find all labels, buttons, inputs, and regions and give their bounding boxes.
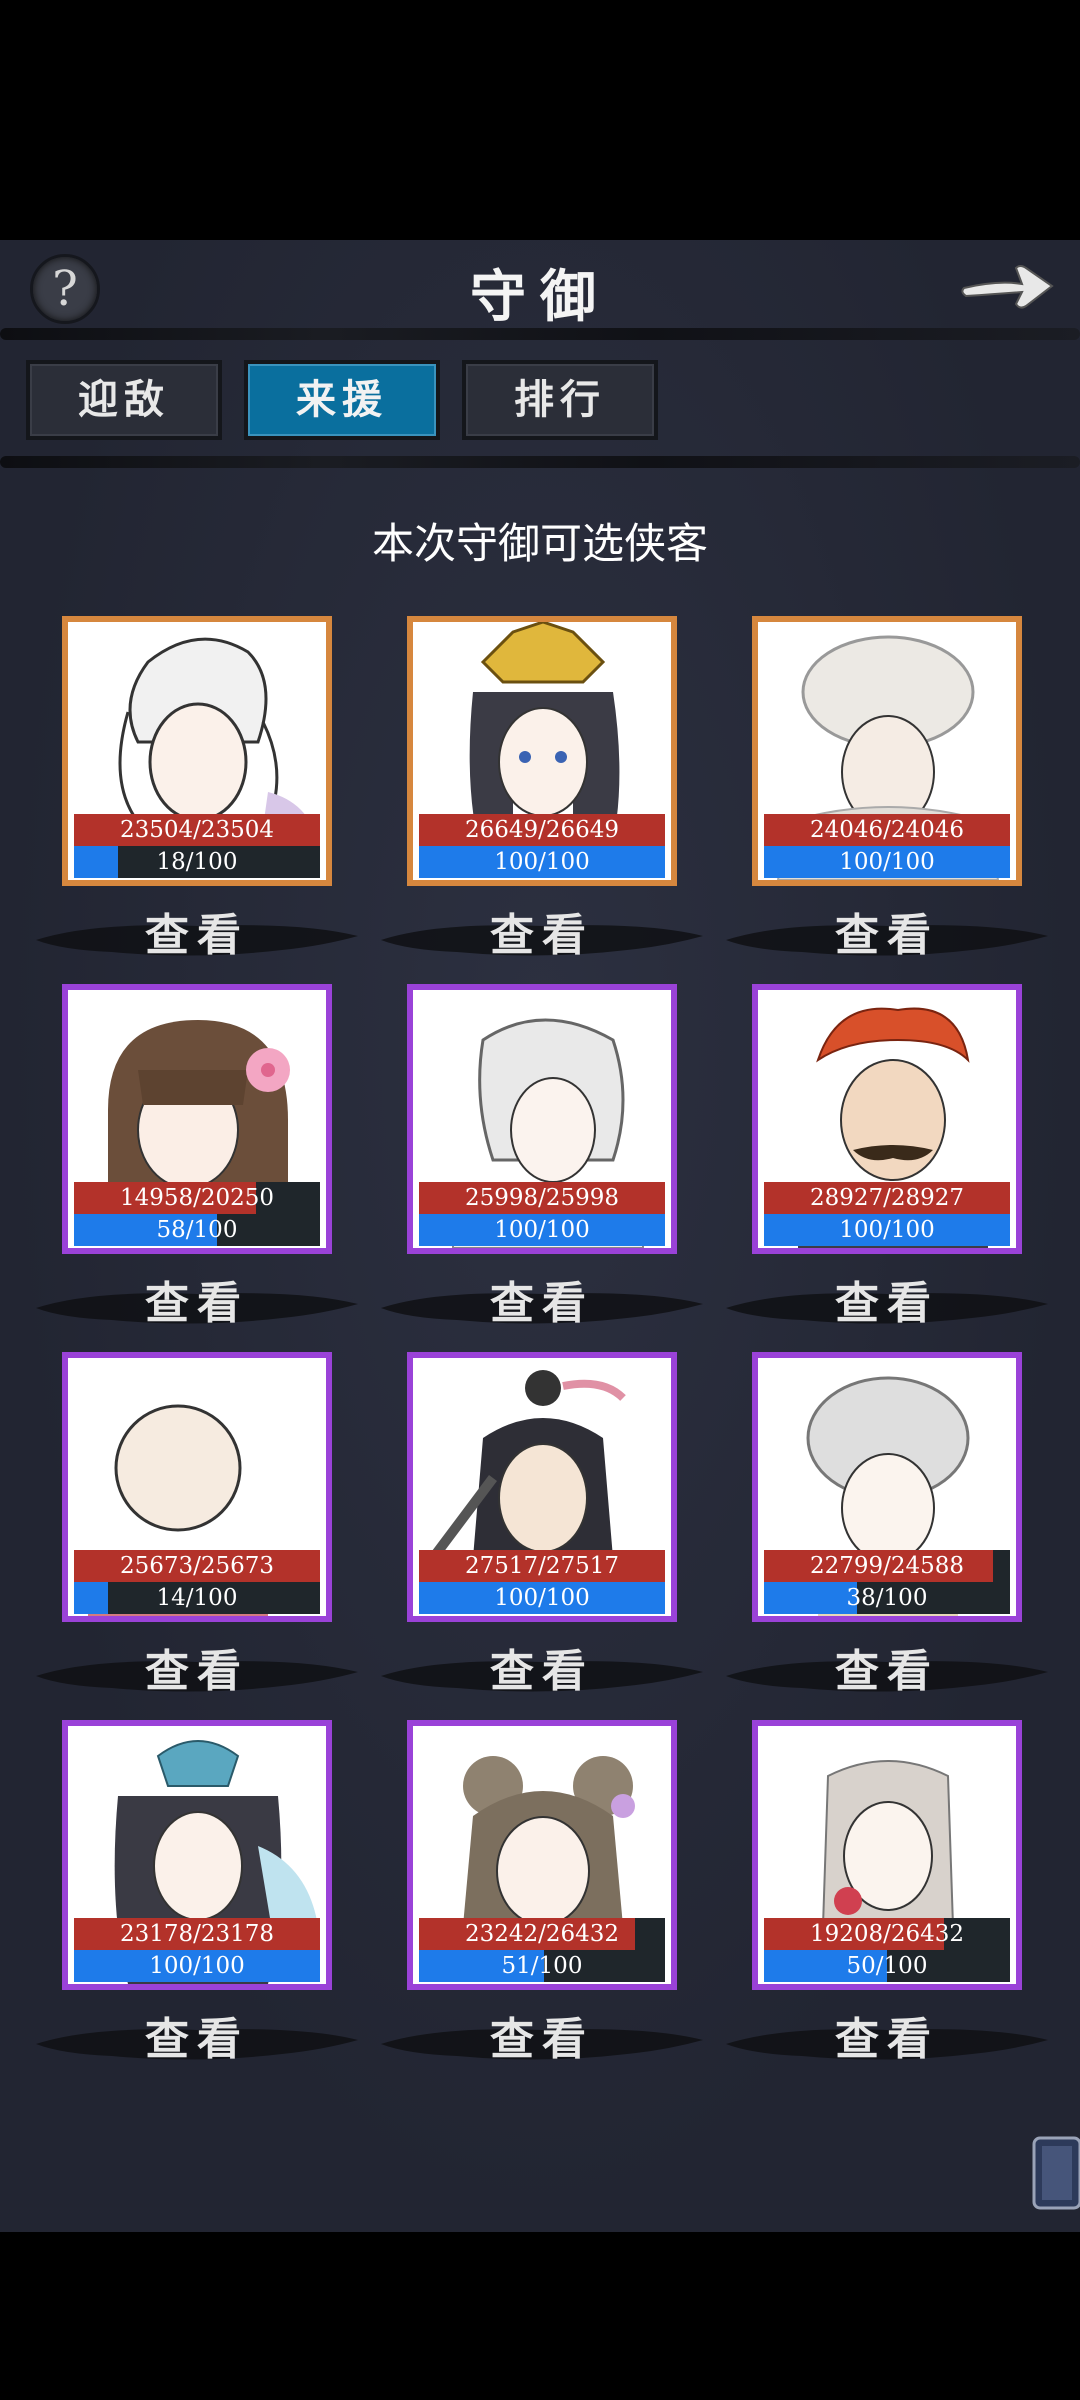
hero-card[interactable]: 27517/27517 100/100 <box>407 1352 677 1622</box>
hero-card[interactable]: 14958/20250 58/100 <box>62 984 332 1254</box>
energy-text: 100/100 <box>494 1217 590 1243</box>
view-button-label: 查看 <box>145 1278 249 1329</box>
divider-tabs <box>0 456 1080 468</box>
hp-bar: 22799/24588 <box>764 1550 1010 1582</box>
energy-text: 100/100 <box>149 1953 245 1979</box>
energy-bar: 100/100 <box>419 1582 665 1614</box>
view-button[interactable]: 查看 <box>377 1642 707 1702</box>
tab-ranking[interactable]: 排行 <box>462 360 658 440</box>
energy-text: 18/100 <box>156 849 238 875</box>
view-button-label: 查看 <box>490 1646 594 1697</box>
view-button-label: 查看 <box>145 910 249 961</box>
hero-card[interactable]: 28927/28927 100/100 <box>752 984 1022 1254</box>
hero-card[interactable]: 26649/26649 100/100 <box>407 616 677 886</box>
energy-text: 100/100 <box>839 849 935 875</box>
hp-text: 23504/23504 <box>119 817 275 843</box>
view-button[interactable]: 查看 <box>32 1642 362 1702</box>
energy-bar: 100/100 <box>764 846 1010 878</box>
hp-bar: 26649/26649 <box>419 814 665 846</box>
energy-bar: 100/100 <box>419 846 665 878</box>
view-button-label: 查看 <box>835 910 939 961</box>
hp-bar: 25998/25998 <box>419 1182 665 1214</box>
hero-card[interactable]: 25998/25998 100/100 <box>407 984 677 1254</box>
energy-bar: 100/100 <box>764 1214 1010 1246</box>
energy-text: 100/100 <box>494 1585 590 1611</box>
hp-bar: 27517/27517 <box>419 1550 665 1582</box>
hero-card[interactable]: 25673/25673 14/100 <box>62 1352 332 1622</box>
view-button[interactable]: 查看 <box>722 2010 1052 2070</box>
energy-text: 50/100 <box>846 1953 928 1979</box>
energy-bar: 51/100 <box>419 1950 665 1982</box>
scroll-decoration-icon <box>1032 2136 1080 2210</box>
hero-card[interactable]: 23504/23504 18/100 <box>62 616 332 886</box>
view-button[interactable]: 查看 <box>722 1274 1052 1334</box>
hp-text: 23178/23178 <box>119 1921 275 1947</box>
view-button-label: 查看 <box>835 1646 939 1697</box>
hero-card[interactable]: 24046/24046 100/100 <box>752 616 1022 886</box>
hp-text: 14958/20250 <box>119 1185 275 1211</box>
view-button[interactable]: 查看 <box>722 906 1052 966</box>
hp-bar: 23242/26432 <box>419 1918 665 1950</box>
hero-card[interactable]: 22799/24588 38/100 <box>752 1352 1022 1622</box>
energy-text: 58/100 <box>156 1217 238 1243</box>
view-button-label: 查看 <box>835 2014 939 2065</box>
hp-text: 22799/24588 <box>809 1553 965 1579</box>
section-title: 本次守御可选侠客 <box>371 519 708 568</box>
tab-label: 迎敌 <box>78 376 170 423</box>
energy-bar: 50/100 <box>764 1950 1010 1982</box>
view-button-label: 查看 <box>490 1278 594 1329</box>
hp-text: 25673/25673 <box>119 1553 275 1579</box>
hp-text: 27517/27517 <box>464 1553 620 1579</box>
hp-bar: 23504/23504 <box>74 814 320 846</box>
energy-text: 51/100 <box>501 1953 583 1979</box>
view-button-label: 查看 <box>490 910 594 961</box>
view-button-label: 查看 <box>490 2014 594 2065</box>
hp-bar: 25673/25673 <box>74 1550 320 1582</box>
energy-bar: 18/100 <box>74 846 320 878</box>
hp-bar: 23178/23178 <box>74 1918 320 1950</box>
energy-bar: 100/100 <box>74 1950 320 1982</box>
view-button[interactable]: 查看 <box>32 906 362 966</box>
energy-bar: 14/100 <box>74 1582 320 1614</box>
view-button-label: 查看 <box>835 1278 939 1329</box>
arrow-right-icon[interactable] <box>958 250 1058 320</box>
hero-card[interactable]: 23242/26432 51/100 <box>407 1720 677 1990</box>
tab-reinforce[interactable]: 来援 <box>244 360 440 440</box>
hp-bar: 28927/28927 <box>764 1182 1010 1214</box>
energy-text: 14/100 <box>156 1585 238 1611</box>
view-button-label: 查看 <box>145 2014 249 2065</box>
view-button[interactable]: 查看 <box>32 2010 362 2070</box>
hero-card[interactable]: 23178/23178 100/100 <box>62 1720 332 1990</box>
hp-bar: 19208/26432 <box>764 1918 1010 1950</box>
tab-label: 来援 <box>296 376 388 423</box>
view-button[interactable]: 查看 <box>377 2010 707 2070</box>
energy-bar: 100/100 <box>419 1214 665 1246</box>
energy-bar: 58/100 <box>74 1214 320 1246</box>
view-button[interactable]: 查看 <box>377 906 707 966</box>
hp-text: 24046/24046 <box>809 817 965 843</box>
view-button[interactable]: 查看 <box>32 1274 362 1334</box>
hp-text: 23242/26432 <box>464 1921 620 1947</box>
hero-card[interactable]: 19208/26432 50/100 <box>752 1720 1022 1990</box>
hp-bar: 24046/24046 <box>764 814 1010 846</box>
view-button[interactable]: 查看 <box>377 1274 707 1334</box>
hp-bar: 14958/20250 <box>74 1182 320 1214</box>
tab-engage-enemy[interactable]: 迎敌 <box>26 360 222 440</box>
hp-text: 26649/26649 <box>464 817 620 843</box>
energy-text: 100/100 <box>494 849 590 875</box>
tab-label: 排行 <box>514 376 606 423</box>
game-screen: ? 守御 迎敌 来援 排行 本次守御可选侠客 23504/23504 18/100… <box>0 240 1080 2232</box>
hp-text: 28927/28927 <box>809 1185 965 1211</box>
energy-text: 38/100 <box>846 1585 928 1611</box>
view-button-label: 查看 <box>145 1646 249 1697</box>
header: ? 守御 <box>0 240 1080 330</box>
hp-text: 25998/25998 <box>464 1185 620 1211</box>
hp-text: 19208/26432 <box>809 1921 965 1947</box>
page-title: 守御 <box>470 264 610 330</box>
energy-text: 100/100 <box>839 1217 935 1243</box>
view-button[interactable]: 查看 <box>722 1642 1052 1702</box>
energy-bar: 38/100 <box>764 1582 1010 1614</box>
divider-top <box>0 328 1080 340</box>
